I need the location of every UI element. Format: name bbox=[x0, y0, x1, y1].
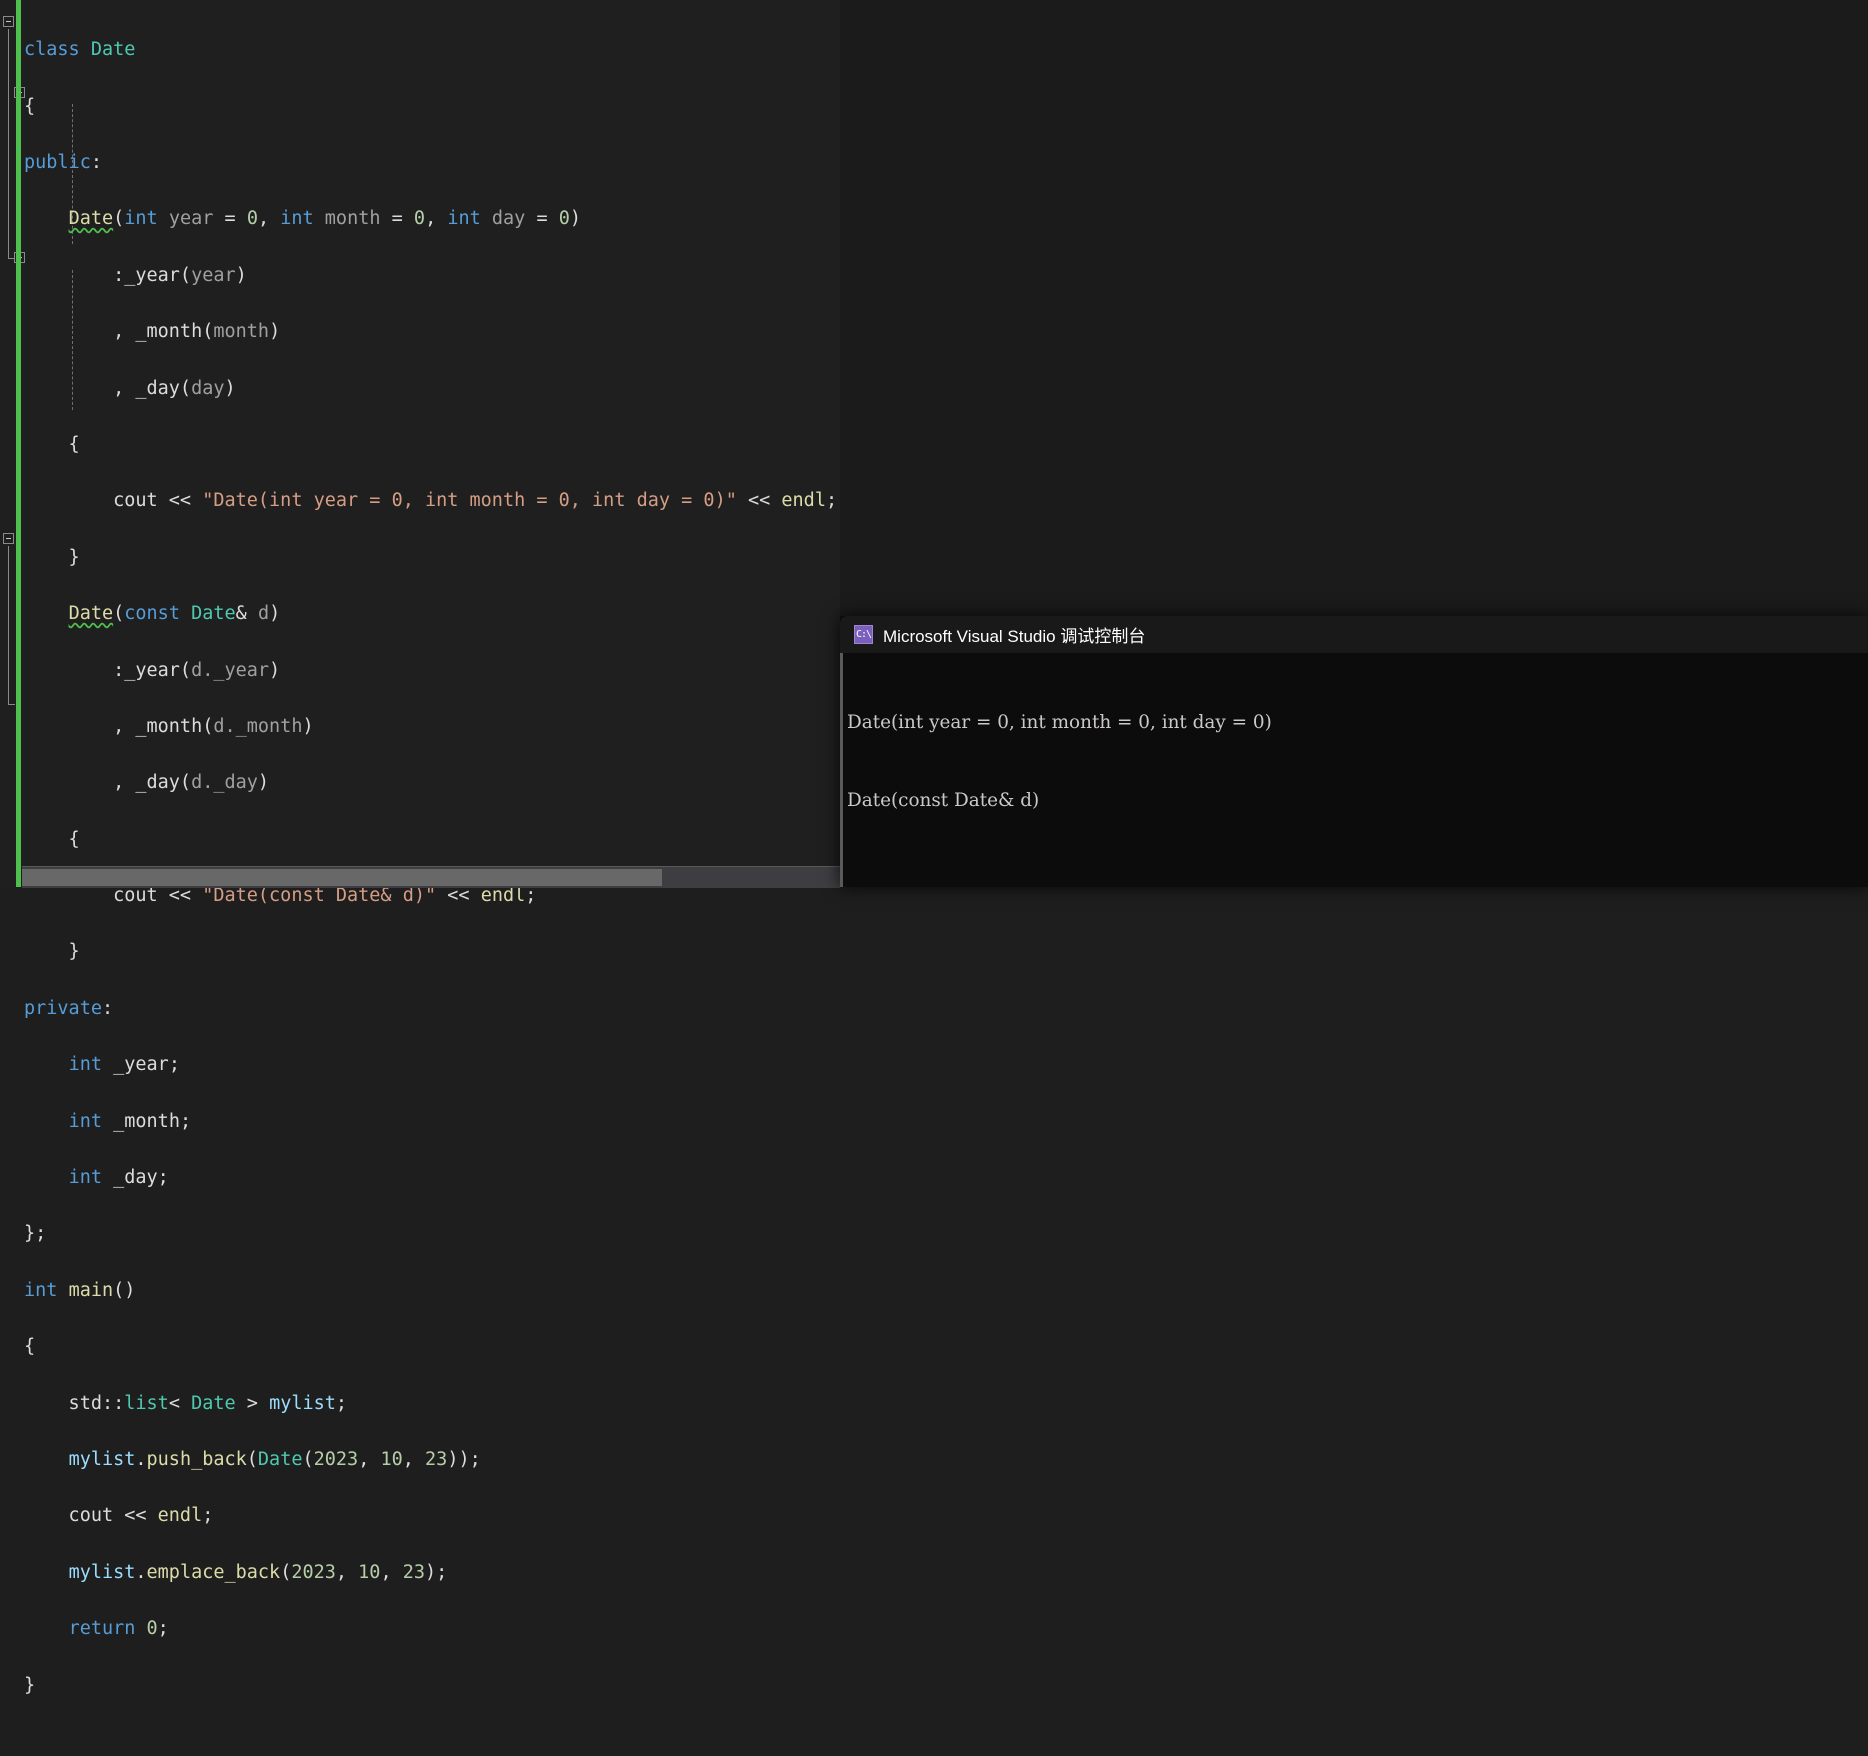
code-line-27: cout << endl; bbox=[24, 1505, 214, 1527]
code-line-4: Date(int year = 0, int month = 0, int da… bbox=[68, 208, 582, 230]
fold-guide-main bbox=[8, 546, 9, 696]
code-line-20: int _month; bbox=[68, 1110, 192, 1132]
code-line-5: :_year(year) bbox=[24, 264, 247, 286]
fold-toggle-class-date[interactable] bbox=[3, 16, 14, 27]
console-window-title: Microsoft Visual Studio 调试控制台 bbox=[883, 627, 1146, 646]
console-output-area[interactable]: Date(int year = 0, int month = 0, int da… bbox=[840, 653, 1868, 887]
code-line-1: class Date bbox=[24, 39, 136, 61]
code-line-15: { bbox=[24, 828, 80, 850]
code-line-11: Date(const Date& d) bbox=[68, 603, 281, 625]
fold-toggle-main[interactable] bbox=[3, 533, 14, 544]
code-line-9: cout << "Date(int year = 0, int month = … bbox=[24, 490, 838, 512]
fold-guide-main-end bbox=[8, 696, 15, 705]
code-line-17: } bbox=[24, 941, 80, 963]
debug-console-window[interactable]: C:\ Microsoft Visual Studio 调试控制台 Date(i… bbox=[840, 616, 1868, 887]
editor-horizontal-scrollbar-thumb[interactable] bbox=[22, 869, 662, 886]
console-title-bar[interactable]: C:\ Microsoft Visual Studio 调试控制台 bbox=[840, 616, 1868, 653]
change-indicator-bar bbox=[16, 0, 21, 887]
console-line-1: Date(int year = 0, int month = 0, int da… bbox=[847, 711, 1272, 733]
console-window-icon: C:\ bbox=[854, 625, 873, 644]
code-line-28: mylist.emplace_back(2023, 10, 23); bbox=[68, 1561, 448, 1583]
code-line-8: { bbox=[24, 433, 80, 455]
console-left-edge bbox=[840, 653, 843, 887]
code-line-30: } bbox=[24, 1674, 36, 1696]
console-output-text: Date(int year = 0, int month = 0, int da… bbox=[847, 657, 1624, 887]
code-line-22: }; bbox=[24, 1223, 47, 1245]
code-line-2: { bbox=[24, 95, 36, 117]
code-line-24: { bbox=[24, 1336, 36, 1358]
code-line-23: int main() bbox=[24, 1279, 136, 1301]
code-line-19: int _year; bbox=[68, 1054, 180, 1076]
code-line-13: , _month(d._month) bbox=[24, 715, 314, 737]
code-line-29: return 0; bbox=[68, 1618, 169, 1640]
code-line-12: :_year(d._year) bbox=[24, 659, 281, 681]
code-line-21: int _day; bbox=[68, 1167, 169, 1189]
code-line-18: private: bbox=[24, 997, 114, 1019]
code-line-6: , _month(month) bbox=[24, 321, 281, 343]
editor-text-surface[interactable]: class Date { public: Date(int year = 0, … bbox=[0, 0, 840, 1696]
code-line-7: , _day(day) bbox=[24, 377, 236, 399]
console-line-3 bbox=[847, 867, 1624, 887]
code-line-14: , _day(d._day) bbox=[24, 772, 270, 794]
code-line-3: public: bbox=[24, 151, 102, 173]
fold-guide-class bbox=[8, 29, 9, 250]
console-line-2: Date(const Date& d) bbox=[847, 790, 1040, 812]
code-line-25: std::list< Date > mylist; bbox=[24, 1392, 348, 1414]
code-line-26: mylist.push_back(Date(2023, 10, 23)); bbox=[68, 1448, 481, 1470]
editor-horizontal-scrollbar[interactable] bbox=[22, 866, 840, 888]
code-line-10: } bbox=[24, 546, 80, 568]
